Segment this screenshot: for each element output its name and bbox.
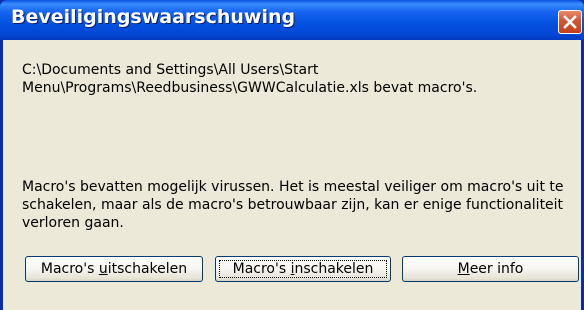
more-info-accelerator: M xyxy=(457,261,470,277)
dialog-title: Beveiligingswaarschuwing xyxy=(11,6,296,28)
more-info-button[interactable]: Meer info xyxy=(402,256,579,282)
file-path-message: C:\Documents and Settings\All Users\Star… xyxy=(22,62,478,96)
disable-macros-label-pre: Macro's xyxy=(40,261,99,277)
more-info-label-post: eer info xyxy=(469,261,524,277)
title-bar[interactable]: Beveiligingswaarschuwing xyxy=(0,0,584,40)
warning-message: Macro's bevatten mogelijk virussen. Het … xyxy=(22,179,564,231)
dialog-body: C:\Documents and Settings\All Users\Star… xyxy=(3,40,581,310)
security-warning-dialog: Beveiligingswaarschuwing C:\Documents an… xyxy=(0,0,584,310)
enable-macros-label-post: nschakelen xyxy=(294,261,374,277)
close-button[interactable] xyxy=(558,10,582,34)
enable-macros-button[interactable]: Macro's inschakelen xyxy=(215,256,391,282)
disable-macros-label-post: itschakelen xyxy=(107,261,188,277)
close-icon xyxy=(563,15,577,29)
disable-macros-accelerator: u xyxy=(98,261,108,277)
enable-macros-label-pre: Macro's xyxy=(232,261,291,277)
disable-macros-button[interactable]: Macro's uitschakelen xyxy=(25,256,203,282)
